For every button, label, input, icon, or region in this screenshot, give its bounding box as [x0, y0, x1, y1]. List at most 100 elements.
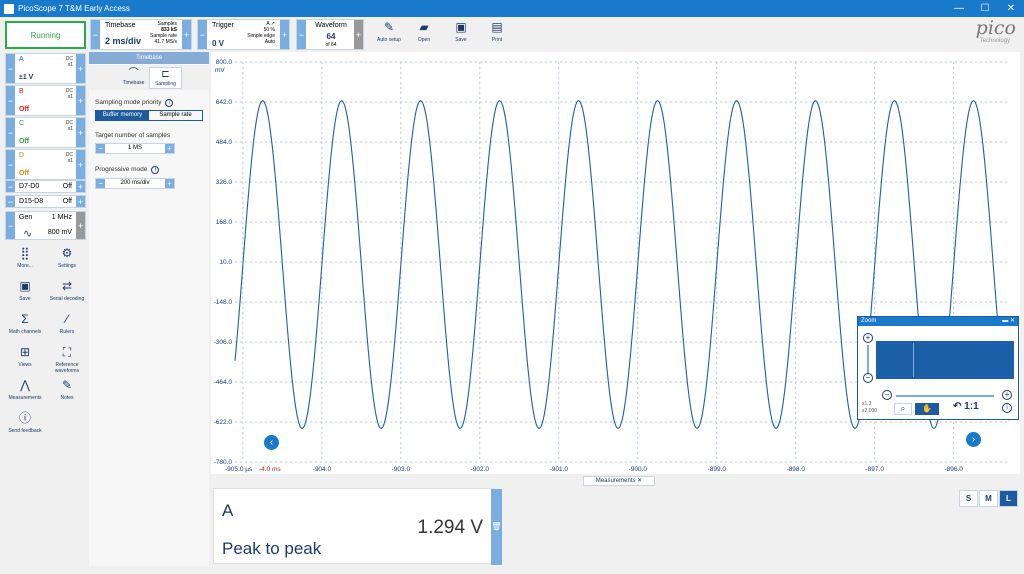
channel-a[interactable]: − A DC x1 ±1 V +	[5, 53, 86, 84]
run-stop-button[interactable]: Running	[5, 21, 86, 49]
trigger-minus-button[interactable]: −	[198, 20, 207, 49]
buffer-memory-option[interactable]: Buffer memory	[96, 111, 149, 120]
open-button[interactable]: ▰ Open	[407, 19, 441, 43]
tool-label: Save	[19, 296, 31, 302]
waveform-plus-button[interactable]: +	[354, 20, 363, 49]
digital-name: D15-D8	[19, 198, 44, 205]
gen-plus-button[interactable]: +	[76, 212, 85, 239]
horizontal-zoom-slider[interactable]	[896, 395, 994, 397]
zoom-info-icon[interactable]: i	[1002, 403, 1012, 413]
channel-minus-button[interactable]: −	[6, 118, 15, 147]
channel-minus-button[interactable]: −	[6, 150, 15, 179]
timebase-minus-button[interactable]: −	[91, 20, 100, 49]
progressive-minus-button[interactable]: −	[96, 179, 105, 188]
channel-minus-button[interactable]: −	[6, 54, 15, 83]
gen-minus-button[interactable]: −	[6, 212, 15, 239]
zoom-overview-window[interactable]: Zoom ▬ ✕ + − − + x1.3 x2,000 ⌕ ✋ ↶ 1:1 i	[857, 316, 1019, 420]
channel-range: Off	[19, 138, 30, 145]
samples-minus-button[interactable]: −	[96, 144, 105, 153]
tab-timebase[interactable]: ⌒ Timebase	[117, 67, 150, 89]
measurements-tab[interactable]: Measurements ✕	[583, 476, 655, 486]
folder-icon: ▰	[419, 20, 429, 34]
info-icon[interactable]: i	[165, 99, 174, 107]
trigger-plus-button[interactable]: +	[280, 20, 289, 49]
progressive-plus-button[interactable]: +	[165, 179, 174, 188]
scroll-right-icon[interactable]: ›	[966, 432, 981, 447]
target-samples-stepper[interactable]: − 1 MS +	[95, 143, 175, 154]
timebase-plus-button[interactable]: +	[182, 20, 191, 49]
minimize-icon[interactable]: —	[946, 3, 972, 14]
size-large-button[interactable]: L	[999, 490, 1018, 507]
save-button[interactable]: ▣ Save	[5, 279, 45, 302]
zoom-out-vertical-icon[interactable]: −	[863, 373, 873, 383]
tool-label: Send feedback	[8, 428, 42, 434]
waveform-control[interactable]: − Waveform 64 of 64 +	[296, 19, 364, 50]
zoom-out-horizontal-icon[interactable]: −	[882, 390, 892, 400]
vertical-zoom-slider[interactable]	[867, 345, 869, 375]
serial-decoding-button[interactable]: ⇄ Serial decoding	[47, 279, 87, 302]
reference-waveforms-button[interactable]: ⛶ Reference waveforms	[47, 345, 87, 374]
sample-info: Samples 833 kS Sample rate 41.7 MS/s	[150, 21, 177, 45]
digital-value: Off	[62, 183, 72, 190]
auto-setup-button[interactable]: ✎ Auto setup	[372, 19, 406, 43]
scroll-left-icon[interactable]: ‹	[264, 435, 279, 450]
y-tick-label: -622.0	[214, 419, 233, 426]
samples-plus-button[interactable]: +	[165, 144, 174, 153]
channel-plus-button[interactable]: +	[76, 86, 85, 115]
channel-plus-button[interactable]: +	[76, 54, 85, 83]
rulers-button[interactable]: ⁄ Rulers	[47, 312, 87, 335]
views-button[interactable]: ⊞ Views	[5, 345, 45, 368]
notes-button[interactable]: ✎ Notes	[47, 378, 87, 401]
tab-sampling[interactable]: ⊏ Sampling	[149, 67, 182, 89]
channel-b[interactable]: − B DC x1 Off +	[5, 85, 86, 116]
progressive-mode-stepper[interactable]: − 200 ms/div +	[95, 178, 175, 189]
digital-d15-d8[interactable]: − D15-D8 Off +	[5, 195, 86, 208]
size-medium-button[interactable]: M	[979, 490, 998, 507]
sample-rate-option[interactable]: Sample rate	[149, 111, 202, 120]
channel-c[interactable]: − C DC x1 Off +	[5, 117, 86, 148]
timebase-value: 2 ms/div	[105, 36, 142, 46]
y-tick-label: -780.0	[214, 459, 233, 466]
digital-d15-minus-button[interactable]: −	[6, 196, 15, 207]
zoom-in-vertical-icon[interactable]: +	[863, 333, 873, 343]
zoom-tool-icon[interactable]: ⌕	[894, 403, 912, 415]
gear-icon: ⚙	[61, 246, 73, 260]
zoom-close-icon[interactable]: ▬ ✕	[1002, 317, 1015, 326]
channel-plus-button[interactable]: +	[76, 150, 85, 179]
maximize-icon[interactable]: ☐	[972, 3, 998, 14]
measurement-card[interactable]: A 1.294 V Peak to peak 🗑	[213, 488, 502, 565]
channel-minus-button[interactable]: −	[6, 86, 15, 115]
zoom-preview[interactable]	[876, 341, 1014, 379]
measurements-button[interactable]: ⋀ Measurements	[5, 378, 45, 401]
digital-d15-plus-button[interactable]: +	[76, 196, 85, 207]
measurement-value: 1.294 V	[417, 517, 484, 538]
pan-hand-icon[interactable]: ✋	[915, 403, 939, 415]
panel-tabs: ⌒ Timebase ⊏ Sampling	[89, 65, 209, 90]
zoom-reset-button[interactable]: ↶ 1:1	[953, 401, 979, 412]
x-tick-label: -897.0	[866, 466, 885, 473]
channel-coupling: DC x1	[65, 56, 73, 68]
y-tick-label: -306.0	[214, 339, 233, 346]
settings-button[interactable]: ⚙ Settings	[47, 246, 87, 269]
math-channels-button[interactable]: Σ Math channels	[5, 312, 45, 335]
digital-d7-d0[interactable]: − D7-D0 Off +	[5, 180, 86, 193]
close-icon[interactable]: ✕	[998, 3, 1024, 14]
channel-name: D	[19, 152, 25, 159]
channel-range: Off	[19, 106, 30, 113]
measurement-channel: A	[222, 501, 234, 520]
send-feedback-button[interactable]: ⓘ Send feedback	[5, 411, 45, 434]
size-small-button[interactable]: S	[959, 490, 978, 507]
channel-plus-button[interactable]: +	[76, 118, 85, 147]
digital-d7-minus-button[interactable]: −	[6, 181, 15, 192]
more-button[interactable]: ⣿ More...	[5, 246, 45, 269]
delete-icon[interactable]: 🗑	[491, 489, 502, 565]
save-toolbar-button[interactable]: ▣ Save	[444, 19, 478, 43]
timebase-control[interactable]: − Timebase 2 ms/div Samples 833 kS Sample …	[90, 19, 192, 50]
info-icon[interactable]: i	[151, 166, 160, 174]
print-button[interactable]: ▤ Print	[480, 19, 514, 43]
signal-generator[interactable]: − Gen 1 MHz ∿ 800 mV +	[5, 211, 86, 240]
channel-d[interactable]: − D DC x1 Off +	[5, 149, 86, 180]
digital-d7-plus-button[interactable]: +	[76, 181, 85, 192]
trigger-control[interactable]: − Trigger 0 V A ↗ 50 % Simple edge Auto +	[197, 19, 290, 50]
zoom-in-horizontal-icon[interactable]: +	[1002, 390, 1012, 400]
